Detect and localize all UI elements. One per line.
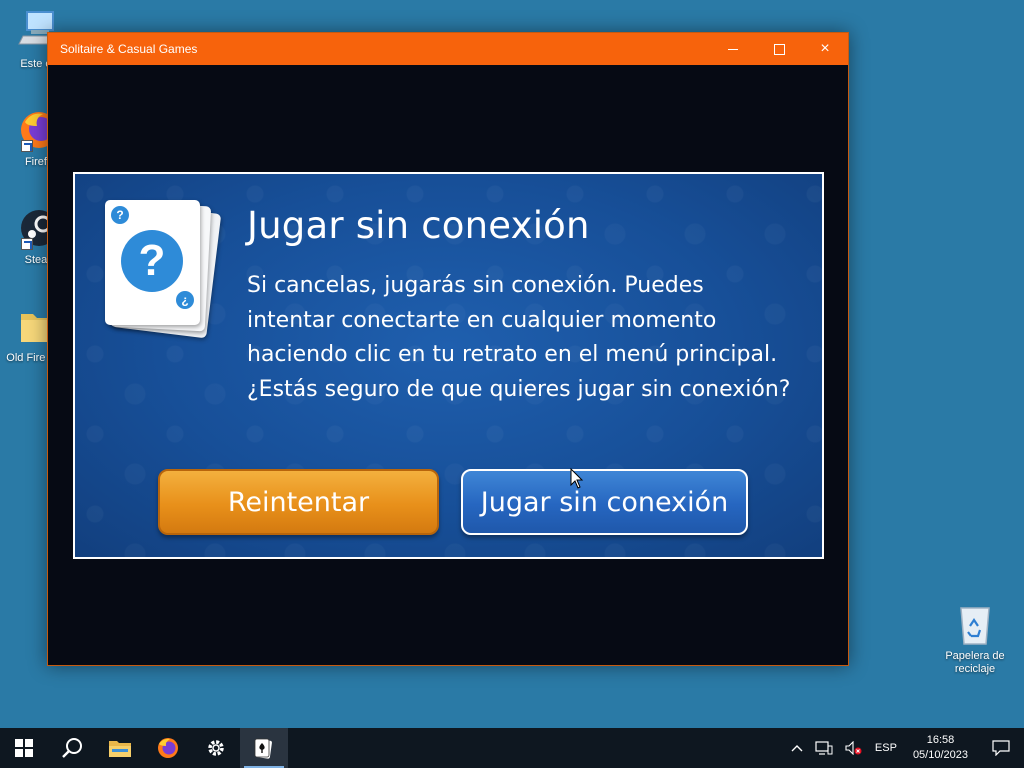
solitaire-icon xyxy=(254,738,272,759)
shortcut-arrow-icon xyxy=(21,140,33,152)
input-language-indicator[interactable]: ESP xyxy=(869,728,903,768)
clock-time: 16:58 xyxy=(926,734,955,746)
clock-date: 05/10/2023 xyxy=(912,749,968,761)
taskbar-file-explorer[interactable] xyxy=(96,728,144,768)
question-card-icon: ? ? ¿ xyxy=(105,200,200,325)
window-titlebar[interactable]: Solitaire & Casual Games × xyxy=(48,33,848,65)
close-button[interactable]: × xyxy=(802,33,848,65)
start-button[interactable] xyxy=(0,728,48,768)
retry-button[interactable]: Reintentar xyxy=(158,469,439,535)
system-tray: ESP 16:58 05/10/2023 xyxy=(785,728,1024,768)
taskbar-settings[interactable] xyxy=(192,728,240,768)
file-explorer-icon xyxy=(109,741,131,757)
settings-icon xyxy=(208,740,224,756)
question-cards-illustration: ? ? ¿ xyxy=(105,198,235,348)
search-icon xyxy=(62,738,82,758)
maximize-button[interactable] xyxy=(756,33,802,65)
network-icon[interactable] xyxy=(809,728,839,768)
minimize-button[interactable] xyxy=(710,33,756,65)
desktop-icon-recycle-bin[interactable]: Papelera de reciclaje xyxy=(937,602,1013,676)
show-hidden-icons-chevron-up-icon[interactable] xyxy=(785,728,809,768)
search-button[interactable] xyxy=(48,728,96,768)
volume-muted-icon[interactable] xyxy=(839,728,869,768)
clock[interactable]: 16:58 05/10/2023 xyxy=(903,728,978,768)
play-offline-button[interactable]: Jugar sin conexión xyxy=(461,469,748,535)
notifications-button[interactable] xyxy=(978,728,1024,768)
mouse-cursor-icon xyxy=(570,468,584,489)
solitaire-window: Solitaire & Casual Games × ? ? ¿ Jugar s… xyxy=(47,32,849,666)
recycle-bin-icon xyxy=(953,602,997,646)
dialog-message: Si cancelas, jugarás sin conexión. Puede… xyxy=(247,273,791,402)
offline-dialog: ? ? ¿ Jugar sin conexión Si cancelas, ju… xyxy=(73,172,824,559)
taskbar-solitaire[interactable] xyxy=(240,728,288,768)
windows-start-icon xyxy=(15,739,33,757)
shortcut-arrow-icon xyxy=(21,238,33,250)
taskbar-firefox[interactable] xyxy=(144,728,192,768)
question-mark-icon: ? xyxy=(121,230,183,292)
firefox-icon xyxy=(158,738,178,758)
taskbar: ESP 16:58 05/10/2023 xyxy=(0,728,1024,768)
question-mark-small-icon: ? xyxy=(111,206,129,224)
inverted-question-mark-icon: ¿ xyxy=(176,291,194,309)
desktop-icon-label: Papelera de reciclaje xyxy=(945,650,1005,675)
dialog-title: Jugar sin conexión xyxy=(247,204,590,247)
notification-center-icon xyxy=(992,740,1010,756)
window-title: Solitaire & Casual Games xyxy=(60,42,198,56)
